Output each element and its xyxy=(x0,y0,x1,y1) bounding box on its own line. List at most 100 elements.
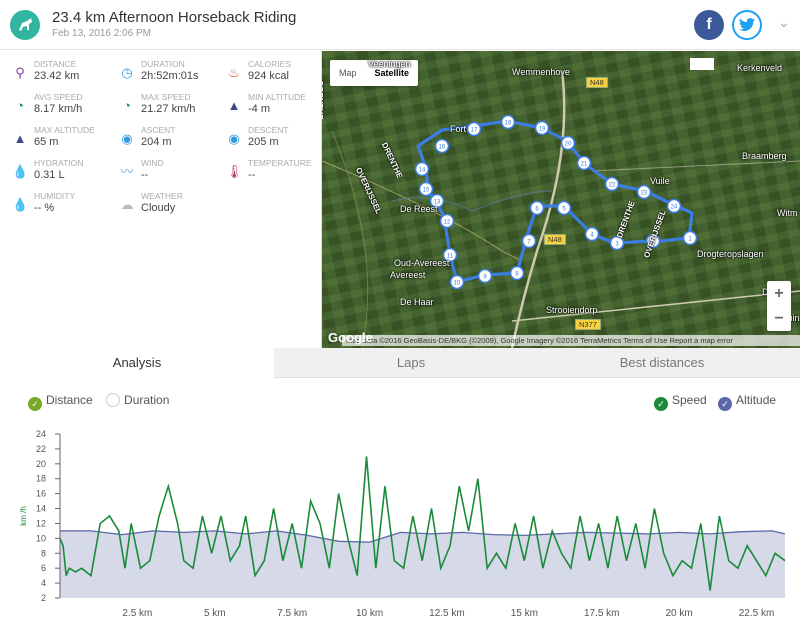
route-waypoint-marker[interactable]: 24 xyxy=(666,198,682,214)
stat-value: 924 kcal xyxy=(248,70,289,82)
route-waypoint-marker[interactable]: 5 xyxy=(556,200,572,216)
stat-value: 21.27 km/h xyxy=(141,103,196,115)
chevron-down-icon[interactable]: ⌄ xyxy=(778,14,790,31)
stat-temperature: 🌡 TEMPERATURE -- xyxy=(226,156,326,186)
speed-altitude-chart[interactable]: 24681012141618202224km /h2.5 km 5 km 7.5 k… xyxy=(0,420,800,632)
map-place-label: Fort xyxy=(450,124,467,134)
route-waypoint-marker[interactable]: 21 xyxy=(576,155,592,171)
tab-best-distances[interactable]: Best distances xyxy=(524,348,800,378)
route-waypoint-marker[interactable]: 18 xyxy=(500,114,516,130)
route-waypoint-marker[interactable]: 9 xyxy=(477,268,493,284)
route-waypoint-marker[interactable]: 7 xyxy=(521,233,537,249)
horse-riding-icon xyxy=(10,10,40,40)
x-tick-label: 7.5 km xyxy=(277,608,307,619)
speedometer-icon: ◔ xyxy=(16,98,24,113)
svg-text:19: 19 xyxy=(539,127,546,133)
flame-icon: ♨ xyxy=(228,65,240,80)
map-attribution[interactable]: Map data ©2016 GeoBasis-DE/BKG (©2009), … xyxy=(342,335,800,346)
stat-label: HUMIDITY xyxy=(34,191,76,201)
tab-laps[interactable]: Laps xyxy=(274,348,548,378)
svg-text:18: 18 xyxy=(505,121,512,127)
stat-humidity: 💧 HUMIDITY -- % xyxy=(12,189,112,219)
zoom-in-button[interactable]: + xyxy=(767,281,791,306)
route-waypoint-marker[interactable]: 8 xyxy=(509,265,525,281)
stat-label: MAX SPEED xyxy=(141,92,191,102)
duration-toggle[interactable]: Duration xyxy=(106,393,169,407)
tab-analysis[interactable]: Analysis xyxy=(0,348,274,378)
map-place-label: Kerkenveld xyxy=(737,63,783,73)
twitter-share-button[interactable] xyxy=(732,10,762,40)
zoom-out-button[interactable]: − xyxy=(767,306,791,331)
y-tick-label: 14 xyxy=(36,504,46,514)
distance-label: Distance xyxy=(46,393,93,407)
stat-value: 0.31 L xyxy=(34,169,65,181)
x-tick-label: 12.5 km xyxy=(429,608,465,619)
stat-wind: 〰 WIND -- xyxy=(119,156,219,186)
altitude-label: Altitude xyxy=(736,393,777,407)
map-place-label: De Reest xyxy=(400,204,438,214)
x-tick-label: 22.5 km xyxy=(739,608,775,619)
stat-value: 205 m xyxy=(248,136,279,148)
svg-text:12: 12 xyxy=(444,220,451,226)
svg-text:24: 24 xyxy=(671,205,678,211)
speedometer-icon: ◔ xyxy=(123,98,131,113)
route-waypoint-marker[interactable]: 17 xyxy=(466,121,482,137)
route-waypoint-marker[interactable]: 12 xyxy=(439,213,455,229)
stat-value: -- % xyxy=(34,202,55,214)
route-waypoint-marker[interactable]: 6 xyxy=(529,200,545,216)
svg-text:10: 10 xyxy=(454,281,461,287)
y-axis-title: km /h xyxy=(19,506,28,526)
thermometer-icon: 🌡 xyxy=(226,164,243,179)
route-waypoint-marker[interactable]: 19 xyxy=(534,120,550,136)
route-map[interactable]: 1 2 3 4 5 6 7 8 9 10 11 12 13 14 15 16 17 18 19 20 21 22 23 24 … xyxy=(322,51,800,348)
y-tick-label: 2 xyxy=(41,593,46,603)
map-button[interactable]: Map xyxy=(330,60,366,86)
stat-label: MAX ALTITUDE xyxy=(34,125,95,135)
ascent-icon: ◉ xyxy=(121,131,133,146)
stat-label: DESCENT xyxy=(248,125,289,135)
x-tick-label: 2.5 km xyxy=(122,608,152,619)
route-waypoint-marker[interactable]: 20 xyxy=(560,135,576,151)
stat-value: 204 m xyxy=(141,136,172,148)
y-tick-label: 22 xyxy=(36,444,46,454)
stat-avg-speed: ◔ AVG SPEED 8.17 km/h xyxy=(12,90,112,120)
analysis-tabs: Analysis Laps Best distances xyxy=(0,348,800,378)
route-waypoint-marker[interactable]: 4 xyxy=(584,226,600,242)
facebook-share-button[interactable]: f xyxy=(694,10,724,40)
route-waypoint-marker[interactable]: 23 xyxy=(636,184,652,200)
page-title: 23.4 km Afternoon Horseback Riding xyxy=(52,9,297,26)
cloud-icon: ☁ xyxy=(120,197,134,212)
route-waypoint-marker[interactable]: 16 xyxy=(434,138,450,154)
radio-icon xyxy=(106,393,121,407)
svg-text:15: 15 xyxy=(423,188,430,194)
check-icon: ✓ xyxy=(654,397,668,411)
humidity-icon: 💧 xyxy=(12,197,29,212)
route-waypoint-marker[interactable]: 1 xyxy=(682,230,698,246)
stats-panel: ⚲ DISTANCE 23.42 km ◷ DURATION 2h:52m:01s ♨ CAL… xyxy=(0,51,322,348)
series-toggle: ✓ Speed ✓ Altitude xyxy=(654,393,776,411)
route-waypoint-marker[interactable]: 10 xyxy=(449,274,465,290)
distance-toggle[interactable]: ✓ Distance xyxy=(28,393,93,411)
x-tick-label: 10 km xyxy=(356,608,383,619)
stat-distance: ⚲ DISTANCE 23.42 km xyxy=(12,57,112,87)
speed-toggle[interactable]: ✓ Speed xyxy=(654,393,707,411)
svg-text:17: 17 xyxy=(471,128,478,134)
x-tick-label: 15 km xyxy=(511,608,538,619)
svg-text:22: 22 xyxy=(609,183,616,189)
x-axis-toggle: ✓ Distance Duration xyxy=(28,393,169,411)
altitude-toggle[interactable]: ✓ Altitude xyxy=(718,393,777,411)
check-icon: ✓ xyxy=(28,397,42,411)
route-waypoint-marker[interactable]: 14 xyxy=(414,161,430,177)
stat-descent: ◉ DESCENT 205 m xyxy=(226,123,326,153)
route-waypoint-marker[interactable]: 15 xyxy=(418,181,434,197)
stopwatch-icon: ◷ xyxy=(121,65,133,80)
stat-max-altitude: ▲ MAX ALTITUDE 65 m xyxy=(12,123,112,153)
route-waypoint-marker[interactable]: 22 xyxy=(604,176,620,192)
road-sign: N48 xyxy=(586,77,608,88)
y-tick-label: 18 xyxy=(36,474,46,484)
water-drop-icon: 💧 xyxy=(12,164,29,179)
x-tick-label: 17.5 km xyxy=(584,608,620,619)
fullscreen-button[interactable] xyxy=(690,58,714,70)
map-place-label: Drogteropslagen xyxy=(697,249,764,259)
svg-text:20: 20 xyxy=(565,142,572,148)
